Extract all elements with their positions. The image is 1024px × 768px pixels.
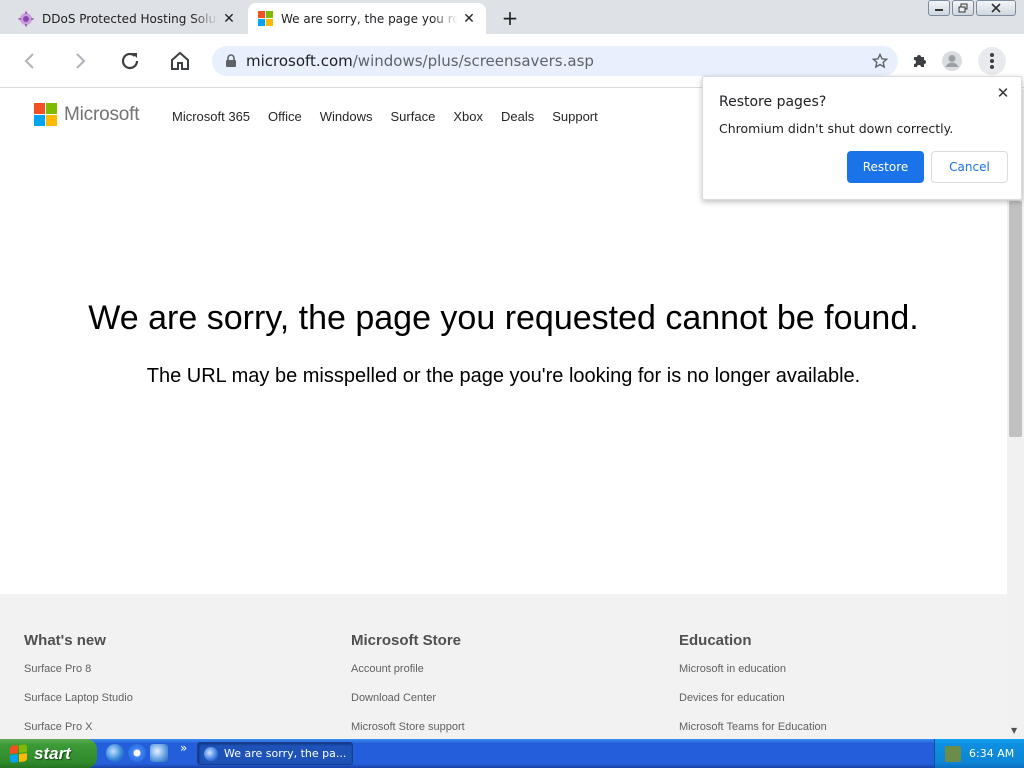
tab-close-icon[interactable]: ✕ (458, 8, 480, 30)
bookmark-star-icon[interactable] (872, 53, 888, 69)
footer-heading: Microsoft Store (351, 632, 462, 649)
address-bar[interactable]: microsoft.com/windows/plus/screensavers.… (212, 46, 898, 76)
clock[interactable]: 6:34 AM (969, 747, 1014, 760)
footer-column-whats-new: What's new Surface Pro 8 Surface Laptop … (24, 632, 133, 739)
tab-ddos-hosting[interactable]: DDoS Protected Hosting Soluti ✕ (8, 3, 246, 34)
close-icon[interactable]: ✕ (993, 83, 1013, 103)
nav-surface[interactable]: Surface (391, 109, 436, 124)
url-text: microsoft.com/windows/plus/screensavers.… (246, 52, 594, 70)
start-label: start (34, 743, 71, 763)
url-path: /windows/plus/screensavers.asp (352, 52, 594, 70)
home-button[interactable] (166, 47, 194, 75)
avatar-icon (942, 51, 962, 71)
minimize-button[interactable] (928, 0, 950, 16)
tab-title: We are sorry, the page you re (281, 11, 458, 26)
tab-strip: DDoS Protected Hosting Soluti ✕ We are s… (0, 0, 1024, 34)
network-icon[interactable] (945, 745, 961, 762)
error-subtext: The URL may be misspelled or the page yo… (146, 365, 861, 387)
footer-link[interactable]: Surface Laptop Studio (24, 692, 133, 704)
close-window-icon (991, 3, 1001, 13)
nav-xbox[interactable]: Xbox (453, 109, 483, 124)
cancel-button[interactable]: Cancel (931, 151, 1008, 183)
footer-link[interactable]: Microsoft in education (679, 663, 827, 675)
home-icon (171, 51, 189, 70)
restore-window-icon (958, 3, 968, 13)
quick-launch (106, 744, 168, 762)
lock-icon[interactable] (224, 54, 238, 68)
tab-title: DDoS Protected Hosting Soluti (42, 11, 218, 26)
site-favicon-icon (18, 11, 34, 26)
url-host: microsoft.com (246, 52, 353, 70)
reload-icon (121, 52, 139, 70)
footer-link[interactable]: Account profile (351, 663, 465, 675)
footer-column-education: Education Microsoft in education Devices… (679, 632, 827, 739)
footer-link[interactable]: Download Center (351, 692, 465, 704)
menu-button[interactable] (978, 47, 1006, 75)
footer-link[interactable]: Surface Pro 8 (24, 663, 133, 675)
nav-microsoft-365[interactable]: Microsoft 365 (172, 109, 250, 124)
scrollbar-thumb[interactable] (1009, 201, 1022, 437)
back-arrow-icon (24, 53, 34, 69)
site-nav: Microsoft 365 Office Windows Surface Xbo… (172, 109, 616, 124)
start-button[interactable]: start (0, 739, 97, 768)
internet-explorer-icon[interactable] (106, 744, 124, 762)
forward-button[interactable] (66, 47, 94, 75)
minimize-icon (935, 9, 943, 11)
footer-link[interactable]: Microsoft Teams for Education (679, 721, 827, 733)
nav-support[interactable]: Support (552, 109, 598, 124)
kebab-menu-icon (990, 53, 994, 69)
error-heading: We are sorry, the page you requested can… (88, 299, 919, 337)
footer-column-microsoft-store: Microsoft Store Account profile Download… (351, 632, 465, 739)
taskbar-window-item[interactable]: We are sorry, the pa... (197, 742, 353, 765)
scroll-down-arrow-icon[interactable]: ▼ (1011, 726, 1017, 735)
dialog-message: Chromium didn't shut down correctly. (719, 121, 954, 136)
nav-deals[interactable]: Deals (501, 109, 534, 124)
taskbar-window-title: We are sorry, the pa... (224, 747, 347, 760)
extensions-button[interactable] (906, 47, 934, 75)
close-window-button[interactable] (976, 0, 1016, 16)
nav-office[interactable]: Office (268, 109, 302, 124)
windows-flag-icon (10, 743, 28, 764)
outlook-express-icon[interactable] (150, 744, 168, 762)
microsoft-logo-icon (34, 103, 57, 126)
footer-link[interactable]: Microsoft Store support (351, 721, 465, 733)
forward-arrow-icon (76, 53, 86, 69)
site-footer: What's new Surface Pro 8 Surface Laptop … (0, 594, 1007, 739)
footer-link[interactable]: Devices for education (679, 692, 827, 704)
chromium-icon (204, 746, 218, 761)
profile-button[interactable] (938, 47, 966, 75)
quick-launch-chevron-icon[interactable]: » (180, 741, 187, 755)
microsoft-favicon-icon (258, 11, 273, 26)
chromium-icon[interactable] (128, 744, 146, 762)
taskbar: start » We are sorry, the pa... 6:34 AM (0, 739, 1024, 768)
microsoft-logo[interactable]: Microsoft (34, 103, 139, 126)
window-controls (928, 0, 1016, 16)
dialog-title: Restore pages? (719, 94, 827, 110)
new-tab-button[interactable]: + (498, 6, 522, 30)
back-button[interactable] (16, 47, 44, 75)
restore-button[interactable]: Restore (847, 151, 924, 183)
footer-heading: Education (679, 632, 752, 649)
footer-link[interactable]: Surface Pro X (24, 721, 133, 733)
tab-close-icon[interactable]: ✕ (218, 8, 240, 30)
footer-heading: What's new (24, 632, 106, 649)
puzzle-piece-icon (914, 55, 926, 67)
logo-text: Microsoft (64, 103, 140, 125)
nav-windows[interactable]: Windows (320, 109, 373, 124)
restore-pages-dialog: Restore pages? Chromium didn't shut down… (702, 76, 1022, 200)
reload-button[interactable] (116, 47, 144, 75)
system-tray: 6:34 AM (934, 739, 1024, 768)
restore-window-button[interactable] (952, 0, 974, 16)
tab-page-not-found[interactable]: We are sorry, the page you re ✕ (248, 3, 486, 34)
